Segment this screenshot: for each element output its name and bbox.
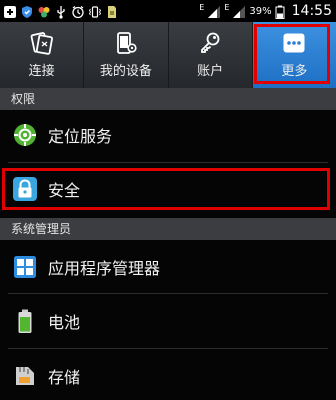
- tab-more[interactable]: 更多: [252, 22, 336, 88]
- item-label: 定位服务: [48, 127, 113, 146]
- accounts-key-icon: [198, 31, 222, 55]
- list-item-battery[interactable]: 电池: [0, 296, 336, 346]
- tab-accounts[interactable]: 账户: [169, 22, 253, 88]
- network-type-label-2: E: [224, 2, 230, 12]
- shield-icon: [20, 4, 34, 18]
- clock: 14:55: [291, 3, 332, 19]
- list-item-application-manager[interactable]: 应用程序管理器: [0, 242, 336, 292]
- tab-connections[interactable]: 连接: [0, 22, 85, 88]
- divider: [8, 293, 328, 294]
- my-device-icon: [114, 31, 138, 55]
- more-dots-icon: [282, 31, 306, 55]
- tab-label: 我的设备: [99, 64, 152, 79]
- usb-icon: [54, 4, 68, 19]
- item-label: 存储: [48, 368, 81, 387]
- item-label: 安全: [48, 181, 81, 200]
- battery-percent: 39%: [249, 5, 272, 17]
- location-icon: [12, 122, 38, 148]
- list-item-location-services[interactable]: 定位服务: [0, 110, 336, 160]
- color-balls-icon: [37, 4, 51, 18]
- settings-screen: E E 39% 14:55 连接 我的设备 账户 更多 权限 定位服务 安全 系…: [0, 0, 336, 400]
- connections-icon: [30, 31, 54, 55]
- storage-icon: [12, 363, 38, 389]
- plus-icon: [3, 4, 17, 18]
- signal-icon-2: [232, 4, 246, 18]
- system-status: E E 39% 14:55: [199, 3, 336, 19]
- sim-card-icon: [105, 4, 119, 18]
- item-label: 电池: [48, 313, 81, 332]
- tab-label: 账户: [197, 64, 224, 79]
- signal-icon: [207, 4, 221, 18]
- tab-my-device[interactable]: 我的设备: [84, 22, 169, 88]
- settings-tab-bar: 连接 我的设备 账户 更多: [0, 22, 336, 89]
- section-header-system-manager: 系统管理员: [0, 218, 336, 240]
- alarm-icon: [71, 4, 85, 19]
- battery-icon: [275, 4, 285, 19]
- tab-label: 更多: [281, 64, 308, 79]
- list-item-storage[interactable]: 存储: [0, 351, 336, 400]
- app-grid-icon: [12, 254, 38, 280]
- list-item-security[interactable]: 安全: [0, 165, 336, 213]
- status-bar: E E 39% 14:55: [0, 0, 336, 22]
- vibrate-icon: [88, 4, 102, 18]
- battery-icon: [12, 308, 38, 334]
- item-label: 应用程序管理器: [48, 259, 161, 278]
- notification-icons: [0, 4, 119, 19]
- section-header-permissions: 权限: [0, 88, 336, 110]
- divider: [8, 348, 328, 349]
- tab-label: 连接: [28, 64, 55, 79]
- divider: [8, 162, 328, 163]
- network-type-label: E: [199, 2, 205, 12]
- lock-icon: [12, 176, 38, 202]
